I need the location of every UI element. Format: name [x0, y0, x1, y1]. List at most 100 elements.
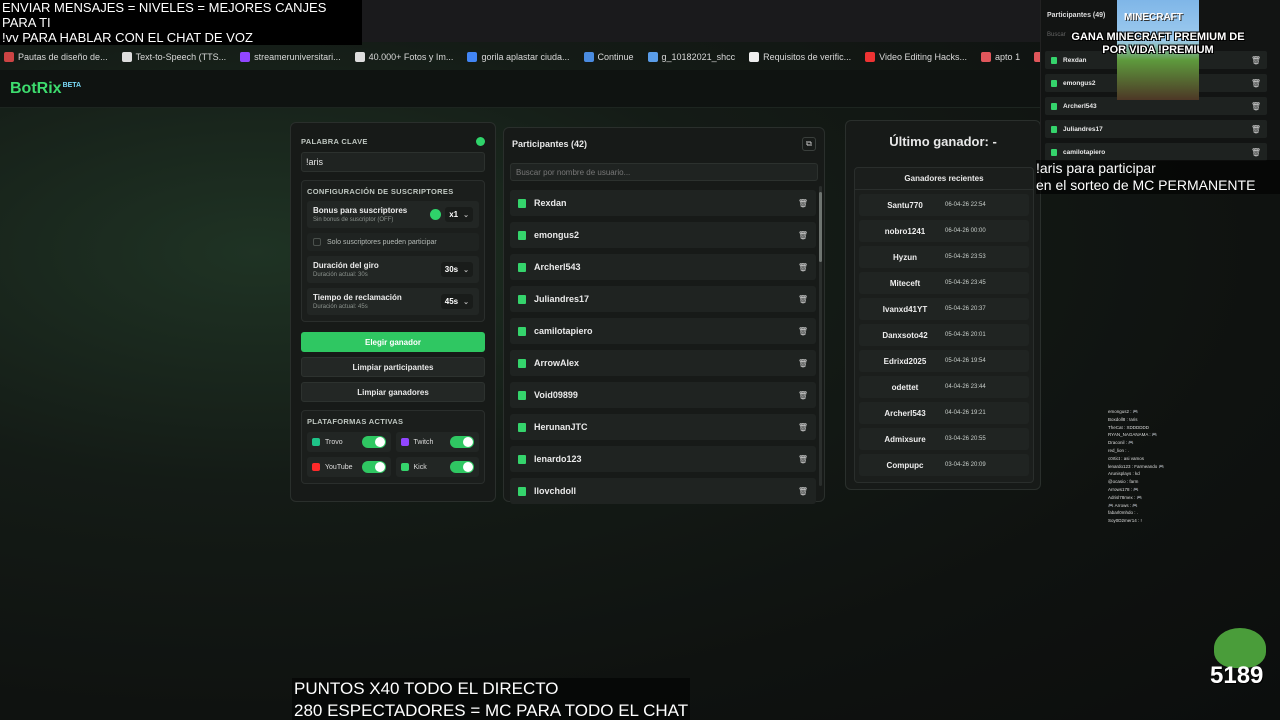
winner-date: 04-04-26 23:44 — [945, 384, 986, 390]
winner-row: Edrixd2025 05-04-26 19:54 — [859, 350, 1029, 372]
participant-name: HerunanJTC — [534, 422, 588, 432]
overlay-bottom-text: PUNTOS X40 TODO EL DIRECTO 280 ESPECTADO… — [292, 678, 691, 720]
copy-icon[interactable]: ⧉ — [802, 137, 816, 151]
recent-winners-box: Ganadores recientes Santu770 06-04-26 22:… — [854, 167, 1034, 483]
bookmark-item[interactable]: Requisitos de verific... — [749, 52, 851, 62]
platforms-section: PLATAFORMAS ACTIVAS Trovo Twitch YouTube Ki… — [301, 410, 485, 484]
winner-name: Admixsure — [884, 434, 926, 444]
trash-icon: 🗑 — [1250, 124, 1261, 134]
winner-name: Edrixd2025 — [883, 356, 927, 366]
trash-icon[interactable]: 🗑 — [798, 231, 808, 240]
keyword-input[interactable]: !aris — [301, 152, 485, 172]
trovo-icon — [312, 438, 320, 446]
botrix-logo[interactable]: BotRixBETA — [10, 80, 81, 98]
winner-name: odettet — [891, 382, 919, 392]
kick-icon — [518, 198, 526, 208]
platform-toggle[interactable] — [361, 461, 386, 473]
trash-icon[interactable]: 🗑 — [798, 359, 808, 368]
trash-icon[interactable]: 🗑 — [798, 455, 808, 464]
bookmark-item[interactable]: gorila aplastar ciuda... — [467, 52, 570, 62]
minecraft-promo-text: GANA MINECRAFT PREMIUM DE POR VIDA !PREM… — [1071, 31, 1245, 56]
chat-message: c0rtict : asi vamos — [1108, 455, 1145, 461]
participant-name: ArrowAlex — [534, 358, 580, 368]
bookmark-item[interactable]: Pautas de diseño de... — [4, 52, 108, 62]
winner-row: Compupc 03-04-26 20:09 — [859, 454, 1029, 476]
trash-icon[interactable]: 🗑 — [798, 423, 808, 432]
chat-message: lenardo123 : Farmeando 🎮 — [1108, 463, 1165, 469]
trash-icon[interactable]: 🗑 — [798, 263, 808, 272]
platform-youtube: YouTube — [307, 457, 391, 477]
bonus-title: Bonus para suscriptores — [313, 206, 408, 215]
bonus-subtitle: Sin bonus de suscriptor (OFF) — [313, 217, 394, 223]
pick-winner-button[interactable]: Elegir ganador — [301, 332, 485, 352]
info-icon[interactable] — [476, 137, 485, 146]
participant-row: lenardo123 🗑 — [510, 446, 816, 472]
trash-icon: 🗑 — [1250, 101, 1261, 111]
bookmark-icon — [354, 52, 365, 62]
trash-icon: 🗑 — [1250, 78, 1261, 88]
bookmark-icon — [749, 52, 760, 62]
winner-date: 04-04-26 19:21 — [945, 410, 986, 416]
winner-name: ArcherI543 — [884, 408, 926, 418]
spin-duration-select[interactable]: 30s ⌄ — [440, 262, 473, 277]
clear-participants-button[interactable]: Limpiar participantes — [301, 357, 485, 377]
bookmark-icon — [865, 52, 876, 62]
recent-winners-title: Ganadores recientes — [855, 168, 1033, 190]
winner-name: Compupc — [886, 460, 924, 470]
participant-row: Rexdan 🗑 — [510, 190, 816, 216]
participant-row: camilotapiero 🗑 — [510, 318, 816, 344]
winner-row: odettet 04-04-26 23:44 — [859, 376, 1029, 398]
bookmark-item[interactable]: Video Editing Hacks... — [865, 52, 967, 62]
winner-row: Miteceft 05-04-26 23:45 — [859, 272, 1029, 294]
winner-name: Ivanxd41YT — [882, 304, 928, 314]
trash-icon[interactable]: 🗑 — [798, 199, 808, 208]
trash-icon[interactable]: 🗑 — [798, 391, 808, 400]
platform-twitch: Twitch — [395, 432, 479, 452]
bookmark-icon — [467, 52, 478, 62]
winner-name: Miteceft — [889, 278, 921, 288]
chat-message: Adrisl78mex : 🎮 — [1108, 494, 1143, 500]
chat-message: fabarl0mhdo : . — [1108, 510, 1139, 516]
participant-name: llovchdoll — [534, 486, 577, 496]
participant-row: Juliandres17 🗑 — [510, 286, 816, 312]
participant-name: ArcherI543 — [534, 262, 581, 272]
winner-date: 06-04-26 00:00 — [945, 228, 986, 234]
clear-winners-button[interactable]: Limpiar ganadores — [301, 382, 485, 402]
chat-message: TheCat : XDDDDDD — [1108, 424, 1150, 430]
claim-time-select[interactable]: 45s ⌄ — [440, 294, 473, 309]
bookmark-item[interactable]: Text-to-Speech (TTS... — [121, 52, 226, 62]
scrollbar[interactable] — [819, 186, 822, 486]
bookmark-item[interactable]: Continue — [583, 52, 634, 62]
winner-date: 05-04-26 19:54 — [945, 358, 986, 364]
bookmark-item[interactable]: 40.000+ Fotos y Im... — [354, 52, 453, 62]
kick-icon — [518, 486, 526, 496]
participant-row: ArrowAlex 🗑 — [510, 350, 816, 376]
youtube-icon — [312, 463, 320, 471]
bonus-select[interactable]: x1 ⌄ — [445, 207, 473, 222]
participant-name: Juliandres17 — [534, 294, 590, 304]
trash-icon[interactable]: 🗑 — [798, 487, 808, 496]
chat-message: 🎮 Arrows : 🎮 — [1108, 502, 1138, 508]
bookmark-item[interactable]: g_10182021_shcc — [647, 52, 735, 62]
trash-icon[interactable]: 🗑 — [798, 295, 808, 304]
kick-icon — [518, 390, 526, 400]
participant-search-input[interactable]: Buscar por nombre de usuario... — [510, 163, 818, 181]
checkbox-icon[interactable] — [313, 238, 321, 246]
winner-name: nobro1241 — [884, 226, 926, 236]
bookmark-icon — [583, 52, 594, 62]
subscriber-config-section: CONFIGURACIÓN DE SUSCRIPTORES Bonus para… — [301, 180, 485, 322]
bookmark-item[interactable]: apto 1 — [981, 52, 1020, 62]
platform-kick: Kick — [395, 457, 479, 477]
bookmark-item[interactable]: streameruniversitari... — [240, 52, 341, 62]
trash-icon[interactable]: 🗑 — [798, 327, 808, 336]
platform-toggle[interactable] — [450, 461, 474, 473]
winner-date: 03-04-26 20:09 — [945, 462, 986, 468]
winner-row: ArcherI543 04-04-26 19:21 — [859, 402, 1029, 424]
subs-only-checkbox[interactable]: Solo suscriptores pueden participar — [307, 233, 479, 251]
bonus-info-icon[interactable] — [430, 209, 442, 220]
platform-toggle[interactable] — [361, 436, 386, 448]
winner-row: Danxsoto42 05-04-26 20:01 — [859, 324, 1029, 346]
platform-toggle[interactable] — [450, 436, 474, 448]
trash-icon: 🗑 — [1250, 55, 1261, 65]
kick-icon — [1051, 125, 1057, 133]
